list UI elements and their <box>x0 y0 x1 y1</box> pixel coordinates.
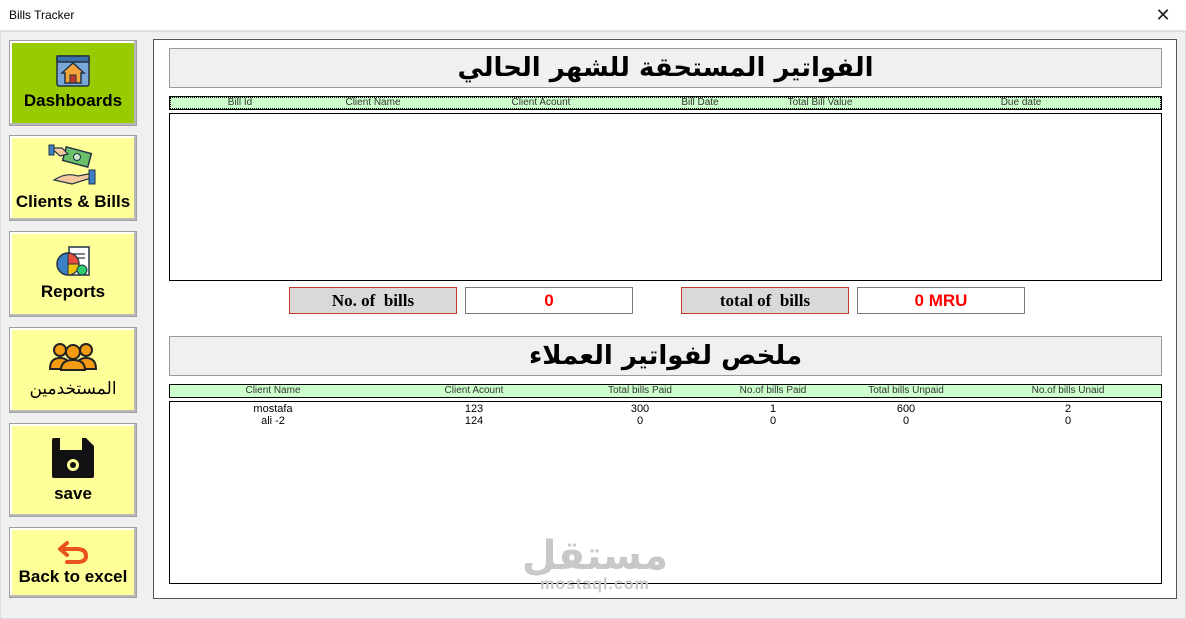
cell-client-account: 124 <box>464 415 484 427</box>
column-header[interactable]: Client Acount <box>445 385 504 397</box>
cell-count-unpaid: 2 <box>1064 403 1072 415</box>
column-header[interactable]: Total Bill Value <box>788 97 853 109</box>
client-summary-column-header: Client Name Client Acount Total bills Pa… <box>169 384 1162 398</box>
due-bills-column-header: Bill Id Client Name Client Acount Bill D… <box>169 96 1162 110</box>
client-summary-heading: ملخص لفواتير العملاء <box>169 336 1162 376</box>
nav-users-button[interactable]: المستخدمين <box>9 327 137 413</box>
due-bills-list[interactable] <box>169 113 1162 281</box>
window-titlebar: Bills Tracker ✕ <box>0 0 1186 31</box>
money-hand-icon <box>48 144 96 185</box>
column-header[interactable]: No.of bills Paid <box>740 385 807 397</box>
cell-total-paid: 0 <box>636 415 644 427</box>
bills-total-value: 0 MRU <box>857 287 1025 314</box>
column-header[interactable]: Bill Date <box>681 97 718 109</box>
bills-total-label: total of bills <box>681 287 849 314</box>
nav-reports-button[interactable]: Reports <box>9 231 137 317</box>
column-header[interactable]: Due date <box>1001 97 1042 109</box>
column-header[interactable]: Total bills Unpaid <box>868 385 944 397</box>
cell-total-unpaid: 0 <box>902 415 910 427</box>
main-panel: الفواتير المستحقة للشهر الحالي Bill Id C… <box>153 39 1177 599</box>
users-group-icon <box>48 343 98 371</box>
floppy-disk-icon <box>52 438 94 478</box>
nav-save-button[interactable]: save <box>9 423 137 517</box>
nav-users-label: المستخدمين <box>29 379 117 399</box>
column-header[interactable]: Total bills Paid <box>608 385 672 397</box>
bills-count-label: No. of bills <box>289 287 457 314</box>
cell-total-paid: 300 <box>630 403 650 415</box>
list-item[interactable]: ali -2 124 0 0 0 0 <box>170 415 1161 427</box>
close-icon[interactable]: ✕ <box>1140 0 1186 31</box>
cell-client-name: mostafa <box>253 403 293 415</box>
nav-save-label: save <box>54 484 92 503</box>
due-bills-heading: الفواتير المستحقة للشهر الحالي <box>169 48 1162 88</box>
cell-count-paid: 0 <box>769 415 777 427</box>
cell-client-name: ali -2 <box>261 415 285 427</box>
nav-reports-label: Reports <box>40 282 106 301</box>
cell-total-unpaid: 600 <box>896 403 916 415</box>
nav-dashboards-button[interactable]: Dashboards <box>9 40 137 126</box>
column-header[interactable]: Client Name <box>245 385 300 397</box>
nav-back-label: Back to excel <box>18 566 128 586</box>
cell-count-paid: 1 <box>769 403 777 415</box>
list-item[interactable]: mostafa 123 300 1 600 2 <box>170 403 1161 415</box>
client-summary-list[interactable]: mostafa 123 300 1 600 2 ali -2 124 0 0 0… <box>169 401 1162 584</box>
home-dashboard-icon <box>56 55 90 87</box>
nav-clients-bills-label: Clients & Bills <box>15 192 131 211</box>
undo-arrow-icon <box>58 540 89 564</box>
column-header[interactable]: Bill Id <box>228 97 252 109</box>
column-header[interactable]: Client Name <box>345 97 400 109</box>
nav-back-to-excel-button[interactable]: Back to excel <box>9 527 137 598</box>
nav-dashboards-label: Dashboards <box>23 91 123 110</box>
bills-count-value: 0 <box>465 287 633 314</box>
cell-client-account: 123 <box>464 403 484 415</box>
window-title: Bills Tracker <box>9 8 75 22</box>
report-chart-icon <box>56 246 90 276</box>
cell-count-unpaid: 0 <box>1064 415 1072 427</box>
column-header[interactable]: Client Acount <box>512 97 571 109</box>
column-header[interactable]: No.of bills Unaid <box>1032 385 1105 397</box>
nav-clients-bills-button[interactable]: Clients & Bills <box>9 135 137 221</box>
